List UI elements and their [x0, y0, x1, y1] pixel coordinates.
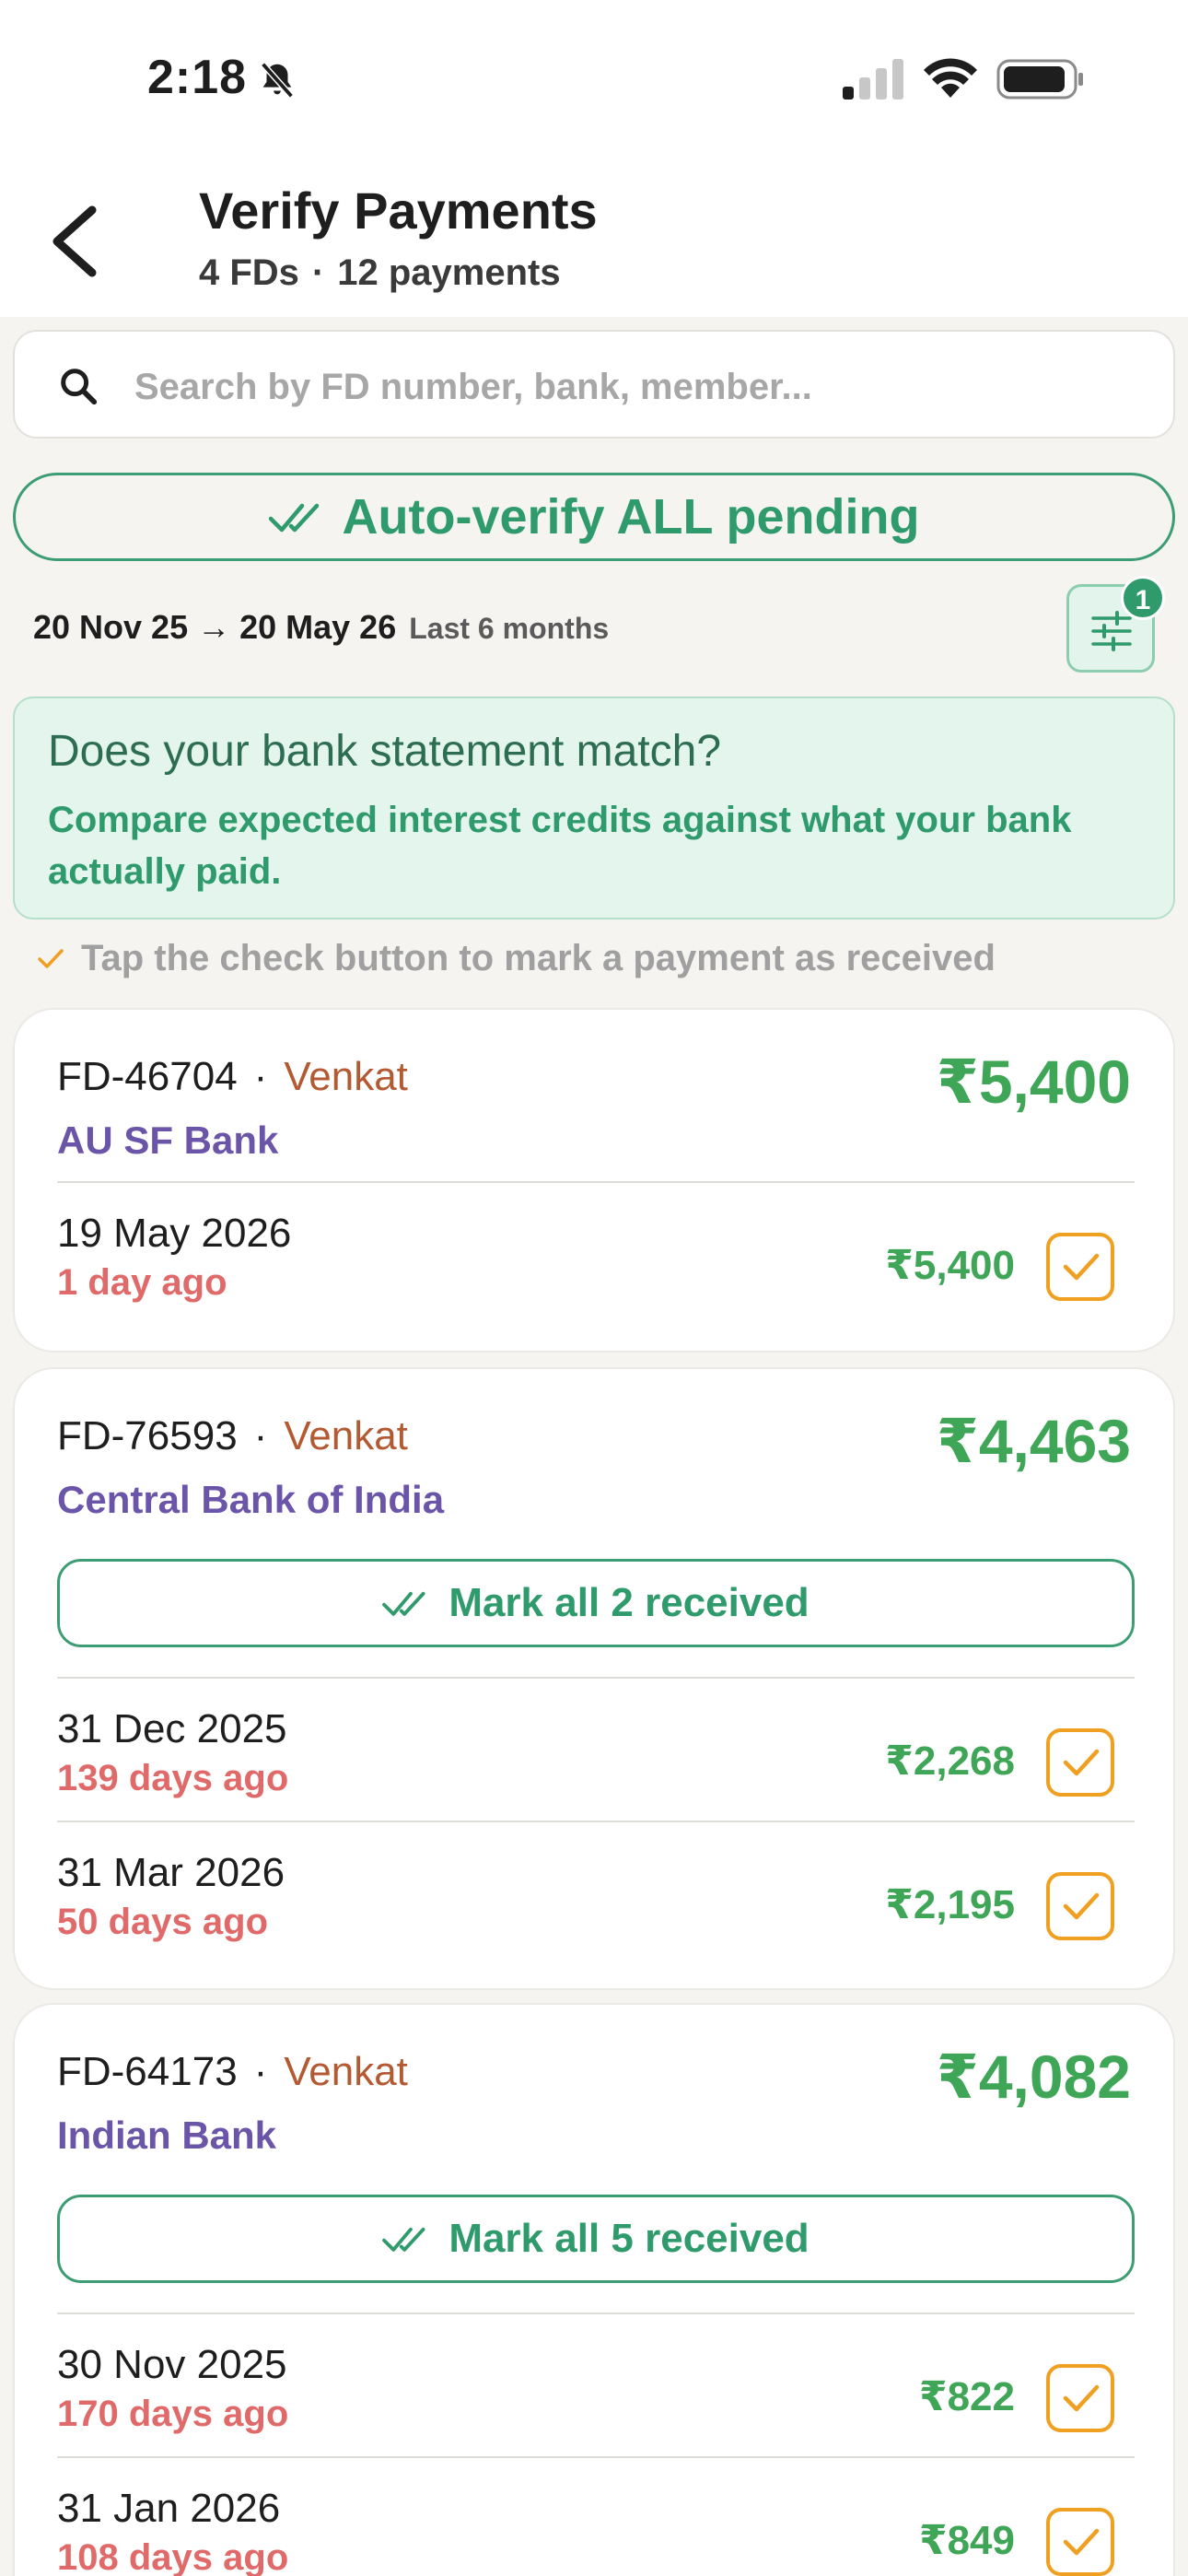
search-icon — [61, 369, 98, 405]
filter-count-badge: 1 — [1121, 576, 1165, 620]
sliders-icon — [1091, 611, 1132, 651]
fd-bank: Indian Bank — [57, 2113, 277, 2157]
check-icon — [1063, 1892, 1100, 1920]
fd-card: FD-46704 · Venkat AU SF Bank ₹5,400 19 May… — [13, 1008, 1175, 1352]
mark-received-button[interactable] — [1046, 2364, 1114, 2432]
payment-row: 31 Mar 2026 50 days ago ₹2,195 — [57, 1839, 1135, 1959]
fd-total: ₹4,463 — [936, 1407, 1131, 1475]
status-bar: 2:18 — [0, 0, 1188, 138]
date-range-label: Last 6 months — [409, 612, 610, 645]
info-body: Compare expected interest credits agains… — [48, 800, 1072, 892]
page-subtitle: 4 FDs · 12 payments — [199, 252, 561, 294]
payment-amount: ₹849 — [918, 2518, 1015, 2563]
fd-member: Venkat — [284, 1054, 408, 1099]
payment-amount: ₹822 — [918, 2374, 1015, 2419]
fd-bank: AU SF Bank — [57, 1118, 279, 1162]
fd-card: FD-64173 · Venkat Indian Bank ₹4,082 Mark … — [13, 2003, 1175, 2576]
divider — [57, 1181, 1135, 1183]
row-divider — [57, 2456, 1135, 2458]
fd-total: ₹4,082 — [936, 2043, 1131, 2111]
auto-verify-all-button[interactable]: Auto-verify ALL pending — [13, 473, 1175, 561]
date-range: 20 Nov 25 → 20 May 26 Last 6 months — [33, 608, 609, 647]
mark-received-button[interactable] — [1046, 1872, 1114, 1940]
fd-separator: · — [253, 1054, 268, 1099]
payment-row: 31 Jan 2026 108 days ago ₹849 — [57, 2475, 1135, 2576]
status-time: 2:18 — [147, 51, 248, 104]
double-check-icon — [382, 2227, 425, 2252]
check-icon — [1063, 2528, 1100, 2556]
payment-ago: 139 days ago — [57, 1758, 289, 1798]
mark-received-button[interactable] — [1046, 1233, 1114, 1301]
search-input[interactable]: Search by FD number, bank, member... — [13, 330, 1175, 439]
mark-all-label: Mark all 5 received — [448, 2216, 809, 2261]
hint-text: Tap the check button to mark a payment a… — [81, 938, 996, 978]
mark-all-received-button[interactable]: Mark all 5 received — [57, 2195, 1135, 2283]
auto-verify-label: Auto-verify ALL pending — [342, 489, 920, 544]
divider — [57, 1677, 1135, 1679]
fd-number: FD-64173 — [57, 2049, 238, 2094]
search-placeholder: Search by FD number, bank, member... — [134, 367, 812, 407]
fd-member: Venkat — [284, 1413, 408, 1458]
fd-count: 4 FDs — [199, 252, 299, 293]
row-divider — [57, 1821, 1135, 1822]
subtitle-separator: · — [311, 252, 325, 293]
payment-amount: ₹2,195 — [885, 1882, 1015, 1927]
mark-all-label: Mark all 2 received — [448, 1580, 809, 1625]
payment-amount: ₹5,400 — [885, 1243, 1015, 1288]
double-check-icon — [268, 503, 319, 533]
bell-muted-icon — [261, 62, 294, 99]
fd-card: FD-76593 · Venkat Central Bank of India ₹4… — [13, 1367, 1175, 1990]
back-chevron-icon[interactable] — [44, 197, 109, 286]
payment-row: 19 May 2026 1 day ago ₹5,400 — [57, 1200, 1135, 1319]
check-icon — [38, 948, 64, 968]
check-icon — [1063, 1253, 1100, 1281]
wifi-icon — [924, 58, 977, 98]
fd-bank: Central Bank of India — [57, 1478, 445, 1521]
info-heading: Does your bank statement match? — [48, 727, 722, 776]
fd-separator: · — [253, 1413, 268, 1458]
fd-member: Venkat — [284, 2049, 408, 2094]
fd-separator: · — [253, 2049, 268, 2094]
top-bar: 2:18 Verify Payments 4 FDs · 12 payments — [0, 0, 1188, 317]
payment-ago: 50 days ago — [57, 1902, 269, 1942]
payment-ago: 170 days ago — [57, 2394, 289, 2434]
payment-row: 30 Nov 2025 170 days ago ₹822 — [57, 2331, 1135, 2458]
check-icon — [1063, 1749, 1100, 1776]
mark-all-received-button[interactable]: Mark all 2 received — [57, 1559, 1135, 1647]
info-banner: Does your bank statement match? Compare … — [13, 697, 1175, 919]
filter-button[interactable]: 1 — [1066, 576, 1165, 673]
payment-date: 31 Dec 2025 — [57, 1706, 287, 1751]
payment-amount: ₹2,268 — [885, 1739, 1015, 1784]
payment-count: 12 payments — [337, 252, 561, 293]
fd-total: ₹5,400 — [936, 1048, 1131, 1116]
mark-received-button[interactable] — [1046, 2508, 1114, 2576]
cellular-signal-icon — [843, 59, 903, 100]
mark-received-button[interactable] — [1046, 1728, 1114, 1797]
payment-date: 31 Jan 2026 — [57, 2486, 281, 2531]
double-check-icon — [382, 1591, 425, 1616]
hint-row: Tap the check button to mark a payment a… — [37, 938, 996, 979]
fd-number: FD-46704 — [57, 1054, 238, 1099]
battery-icon — [996, 59, 1083, 100]
payment-date: 30 Nov 2025 — [57, 2342, 287, 2387]
date-range-dates: 20 Nov 25 → 20 May 26 — [33, 608, 397, 646]
payment-date: 19 May 2026 — [57, 1211, 292, 1256]
payment-date: 31 Mar 2026 — [57, 1850, 285, 1895]
payment-ago: 108 days ago — [57, 2537, 289, 2576]
divider — [57, 2313, 1135, 2314]
check-icon — [1063, 2384, 1100, 2412]
payment-ago: 1 day ago — [57, 1262, 227, 1303]
fd-number: FD-76593 — [57, 1413, 238, 1458]
page-title: Verify Payments — [199, 181, 598, 240]
payment-row: 31 Dec 2025 139 days ago ₹2,268 — [57, 1695, 1135, 1822]
